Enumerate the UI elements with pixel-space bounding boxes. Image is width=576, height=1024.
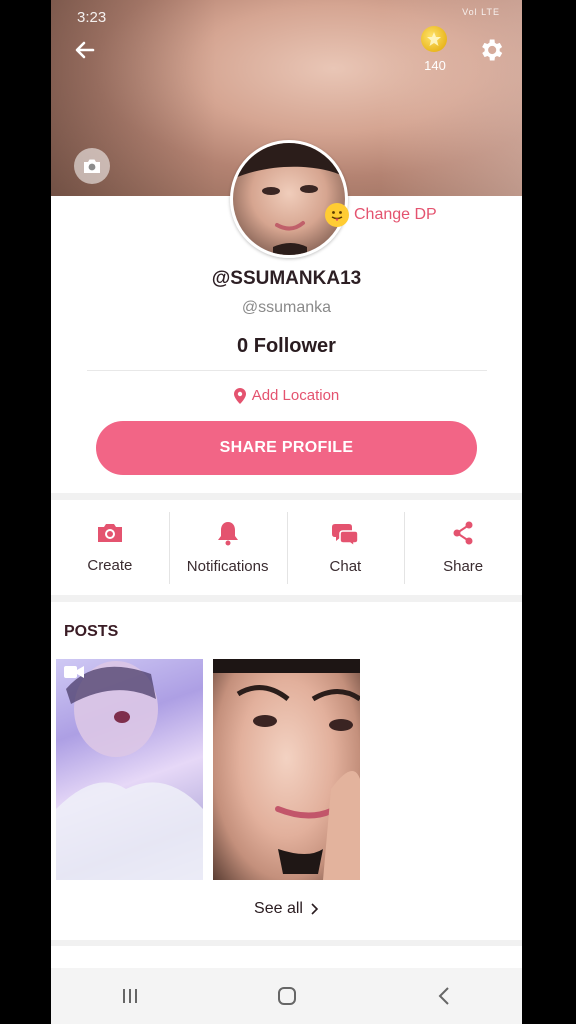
username-handle: @ssumanka bbox=[241, 299, 332, 316]
chat-button[interactable]: Chat bbox=[286, 500, 405, 595]
status-time: 3:23 bbox=[77, 9, 107, 26]
share-icon bbox=[453, 521, 473, 545]
home-icon bbox=[277, 987, 296, 1005]
status-indicators: Vol LTE bbox=[462, 7, 500, 17]
recent-apps-icon bbox=[122, 989, 137, 1003]
chevron-right-icon bbox=[311, 903, 319, 915]
tongue-emoji-icon bbox=[325, 203, 349, 227]
chevron-left-icon bbox=[438, 987, 449, 1005]
share-button[interactable]: Share bbox=[404, 500, 522, 595]
post-thumbnail[interactable] bbox=[56, 659, 203, 880]
camera-icon bbox=[97, 524, 122, 542]
add-location-link[interactable]: Add Location bbox=[51, 387, 522, 404]
profile-avatar[interactable] bbox=[230, 140, 348, 258]
gear-icon bbox=[482, 39, 503, 61]
profile-screen: 3:23 Vol LTE 140 Change DP @SSUMANKA13 @… bbox=[51, 0, 522, 1024]
change-cover-button[interactable] bbox=[74, 148, 110, 184]
location-pin-icon bbox=[233, 387, 246, 404]
divider bbox=[87, 370, 487, 371]
settings-button[interactable] bbox=[477, 36, 505, 64]
see-all-label: See all bbox=[254, 900, 303, 917]
system-nav-bar bbox=[51, 968, 522, 1024]
notifications-button[interactable]: Notifications bbox=[168, 500, 287, 595]
display-name: @SSUMANKA13 bbox=[211, 268, 362, 289]
posts-title: POSTS bbox=[64, 623, 119, 640]
home-button[interactable] bbox=[257, 976, 317, 1016]
create-button[interactable]: Create bbox=[51, 500, 169, 595]
back-nav-button[interactable] bbox=[414, 976, 474, 1016]
camera-icon bbox=[84, 159, 100, 173]
action-bar: Create Notifications Chat Share bbox=[51, 500, 522, 595]
notifications-label: Notifications bbox=[186, 558, 269, 575]
bell-icon bbox=[217, 522, 238, 546]
create-label: Create bbox=[87, 557, 133, 574]
post-thumbnail[interactable] bbox=[213, 659, 360, 880]
change-dp-link[interactable]: Change DP bbox=[354, 206, 437, 224]
share-profile-button[interactable]: SHARE PROFILE bbox=[96, 421, 477, 475]
chat-icon bbox=[332, 524, 360, 546]
follower-count[interactable]: 0 Follower bbox=[51, 335, 522, 358]
recent-apps-button[interactable] bbox=[100, 976, 160, 1016]
arrow-left-icon bbox=[75, 41, 95, 59]
see-all-link[interactable]: See all bbox=[51, 900, 522, 918]
add-location-label: Add Location bbox=[251, 387, 340, 404]
posts-section: POSTS See all bbox=[51, 602, 522, 940]
share-label: Share bbox=[443, 558, 484, 575]
video-camera-icon bbox=[64, 666, 84, 678]
chat-label: Chat bbox=[329, 558, 362, 575]
coin-count: 140 bbox=[424, 58, 446, 73]
coin-icon[interactable] bbox=[421, 26, 447, 52]
back-button[interactable] bbox=[71, 36, 99, 64]
